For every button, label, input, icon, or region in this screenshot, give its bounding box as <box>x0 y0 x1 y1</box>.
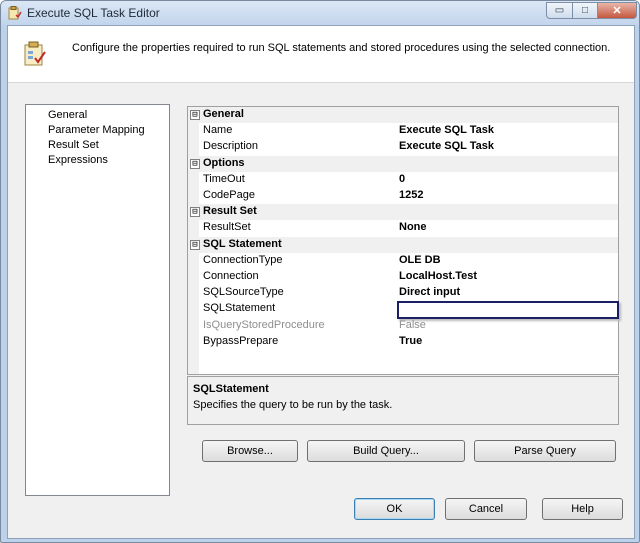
nav-item-expressions[interactable]: Expressions <box>48 153 108 168</box>
grid-property-row[interactable]: ConnectionType OLE DB <box>188 253 618 269</box>
property-value[interactable]: 1252 <box>399 189 423 201</box>
collapse-icon[interactable]: ⊟ <box>190 158 200 169</box>
property-description-panel: SQLStatement Specifies the query to be r… <box>187 376 619 425</box>
grid-property-row[interactable]: ResultSet None <box>188 220 618 236</box>
property-value[interactable]: Execute SQL Task <box>399 124 494 136</box>
grid-category-row[interactable]: ⊟ SQL Statement <box>188 236 618 253</box>
clipboard-check-icon <box>24 41 46 66</box>
property-value[interactable]: LocalHost.Test <box>399 270 477 282</box>
property-name: ResultSet <box>203 221 251 234</box>
property-value[interactable]: Execute SQL Task <box>399 140 494 152</box>
grid-category-row[interactable]: ⊟ Options <box>188 155 618 172</box>
close-button[interactable]: ✕ <box>597 2 637 19</box>
grid-property-row[interactable]: Connection LocalHost.Test <box>188 269 618 285</box>
maximize-button[interactable]: □ <box>572 2 598 19</box>
grid-property-row[interactable]: Description Execute SQL Task <box>188 139 618 155</box>
property-grid: ⊟ General Name Execute SQL Task Description E… <box>187 106 619 375</box>
property-value[interactable]: True <box>399 335 422 347</box>
property-name: Connection <box>203 270 259 282</box>
header-description: Configure the properties required to run… <box>72 42 611 54</box>
grid-property-row[interactable]: SQLStatement <box>188 301 619 320</box>
page-navigation: General Parameter Mapping Result Set Exp… <box>25 104 170 496</box>
property-value[interactable]: None <box>399 221 427 233</box>
dialog-window: Execute SQL Task Editor ▭ □ ✕ Configure … <box>0 0 640 543</box>
grid-category-row[interactable]: ⊟ Result Set <box>188 204 618 221</box>
property-value: False <box>399 318 426 331</box>
property-name: BypassPrepare <box>203 334 279 347</box>
header-divider <box>8 82 634 83</box>
property-name: CodePage <box>203 189 255 201</box>
maximize-icon: □ <box>581 5 589 16</box>
property-name: SQLSourceType <box>203 286 284 299</box>
minimize-icon: ▭ <box>554 5 565 16</box>
property-name: Name <box>203 124 233 137</box>
parse-query-button[interactable]: Parse Query <box>474 440 616 462</box>
grid-property-row[interactable]: IsQueryStoredProcedure False <box>188 318 618 334</box>
property-value[interactable]: OLE DB <box>399 254 441 266</box>
browse-button[interactable]: Browse... <box>202 440 298 462</box>
grid-category-row[interactable]: ⊟ General <box>188 107 618 123</box>
grid-property-row[interactable]: Name Execute SQL Task <box>188 123 618 139</box>
nav-item-result-set[interactable]: Result Set <box>48 138 99 153</box>
grid-property-row[interactable]: SQLSourceType Direct input <box>188 285 618 301</box>
header-panel: Configure the properties required to run… <box>8 26 634 82</box>
close-icon: ✕ <box>612 5 622 17</box>
collapse-icon[interactable]: ⊟ <box>190 207 200 218</box>
window-title: Execute SQL Task Editor <box>27 6 160 20</box>
property-name: Description <box>203 140 259 153</box>
dialog-client: Configure the properties required to run… <box>7 25 635 539</box>
grid-property-row[interactable]: CodePage 1252 <box>188 188 618 204</box>
task-editor-icon <box>8 6 22 20</box>
build-query-button[interactable]: Build Query... <box>307 440 465 462</box>
description-text: Specifies the query to be run by the tas… <box>193 399 393 411</box>
collapse-icon[interactable]: ⊟ <box>190 110 200 120</box>
property-value[interactable]: 0 <box>399 173 405 185</box>
property-name: TimeOut <box>203 172 245 185</box>
grid-property-row[interactable]: BypassPrepare True <box>188 334 618 350</box>
grid-category-label: Result Set <box>203 205 257 218</box>
property-name: ConnectionType <box>203 253 283 266</box>
ok-button[interactable]: OK <box>354 498 435 520</box>
collapse-icon[interactable]: ⊟ <box>190 239 200 250</box>
grid-category-label: Options <box>203 156 245 169</box>
description-title: SQLStatement <box>193 383 269 395</box>
grid-category-label: SQL Statement <box>203 237 282 250</box>
grid-property-row[interactable]: TimeOut 0 <box>188 172 618 188</box>
cancel-button[interactable]: Cancel <box>445 498 527 520</box>
nav-item-parameter-mapping[interactable]: Parameter Mapping <box>48 123 145 138</box>
property-name: SQLStatement <box>203 302 276 315</box>
title-bar[interactable]: Execute SQL Task Editor ▭ □ ✕ <box>1 1 639 25</box>
grid-category-label: General <box>203 108 244 120</box>
help-button[interactable]: Help <box>542 498 623 520</box>
nav-item-general[interactable]: General <box>48 108 87 123</box>
minimize-button[interactable]: ▭ <box>546 2 573 19</box>
property-name: IsQueryStoredProcedure <box>203 318 325 331</box>
property-value[interactable]: Direct input <box>399 286 460 298</box>
